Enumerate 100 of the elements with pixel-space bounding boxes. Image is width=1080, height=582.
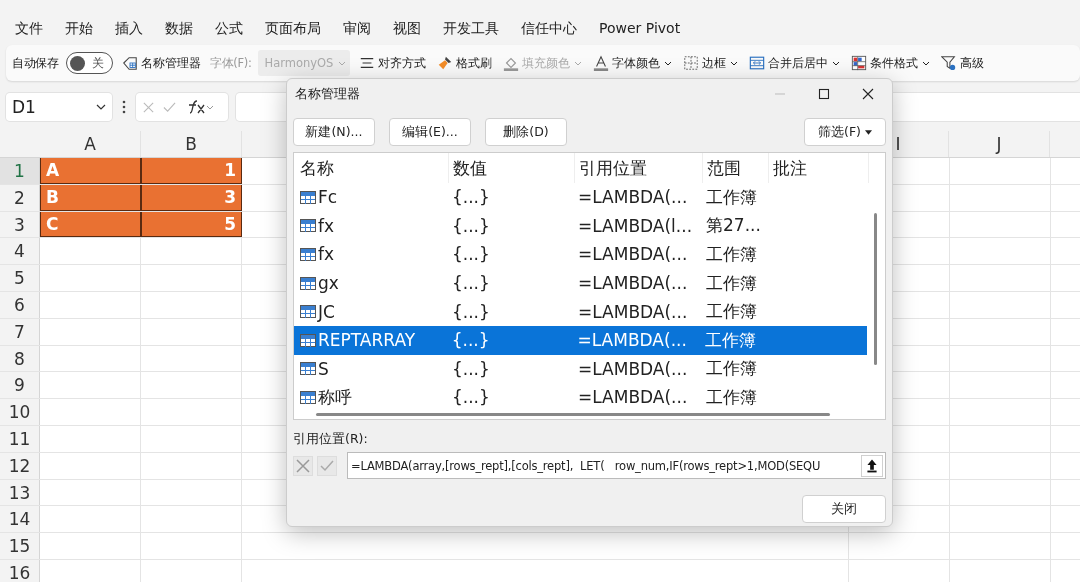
reference-text: =LAMBDA(... bbox=[577, 187, 689, 208]
table-cell: B bbox=[40, 184, 141, 211]
row-header[interactable]: 16 bbox=[0, 559, 40, 582]
value-text: {...} bbox=[451, 301, 491, 322]
autosave-toggle[interactable]: 关 bbox=[65, 52, 113, 74]
list-row[interactable]: 称呼 {...} =LAMBDA(... 工作簿 bbox=[294, 383, 885, 412]
reference-text: =LAMBDA(l... bbox=[577, 215, 694, 236]
name-text: Fc bbox=[318, 187, 338, 208]
scope-text: 工作簿 bbox=[705, 300, 758, 324]
name-text: S bbox=[318, 358, 329, 379]
value-text: {...} bbox=[450, 330, 491, 351]
table-cell: 1 bbox=[141, 158, 242, 184]
toolbar-button[interactable]: 字体颜色 bbox=[591, 55, 675, 71]
row-header[interactable]: 3 bbox=[0, 211, 40, 238]
row-header[interactable]: 4 bbox=[0, 238, 40, 265]
row-header[interactable]: 15 bbox=[0, 533, 40, 559]
reference-text: =LAMBDA(... bbox=[576, 330, 688, 351]
list-row[interactable]: fx {...} =LAMBDA(... 工作簿 bbox=[294, 240, 885, 269]
scope-text: 第27... bbox=[705, 214, 762, 238]
list-row[interactable]: Fc {...} =LAMBDA(... 工作簿 bbox=[294, 183, 885, 212]
reference-text: =LAMBDA(... bbox=[577, 244, 689, 265]
list-row[interactable]: gx {...} =LAMBDA(... 工作簿 bbox=[294, 268, 885, 298]
row-header[interactable]: 6 bbox=[0, 292, 40, 318]
row-header[interactable]: 5 bbox=[0, 265, 40, 291]
menu-tab[interactable]: 视图 bbox=[393, 17, 421, 45]
row-header[interactable]: 14 bbox=[0, 506, 40, 533]
menu-tab[interactable]: 插入 bbox=[115, 17, 143, 45]
scope-text: 工作簿 bbox=[704, 328, 758, 352]
dialog-button[interactable]: 编辑(E)... bbox=[389, 118, 471, 146]
filter-button[interactable]: 筛选(F) bbox=[804, 118, 886, 146]
name-text: 称呼 bbox=[318, 385, 352, 409]
name-text: REPTARRAY bbox=[318, 330, 416, 351]
toolbar-button[interactable]: 合并后居中 bbox=[747, 55, 843, 71]
menu-tab[interactable]: 数据 bbox=[165, 17, 193, 45]
menu-tab[interactable]: 公式 bbox=[215, 17, 243, 45]
row-header[interactable]: 7 bbox=[0, 318, 40, 345]
name-text: fx bbox=[318, 244, 335, 265]
scope-text: 工作簿 bbox=[705, 243, 758, 266]
column-header[interactable]: B bbox=[141, 131, 242, 157]
reference-text: =LAMBDA(... bbox=[577, 301, 689, 322]
menu-tab[interactable]: 信任中心 bbox=[521, 17, 577, 45]
dialog-button[interactable]: 删除(D) bbox=[485, 118, 567, 146]
toolbar-button[interactable]: 条件格式 bbox=[849, 55, 933, 71]
list-row[interactable]: REPTARRAY {...} =LAMBDA(... 工作簿 bbox=[294, 325, 867, 355]
toolbar-button[interactable]: 边框 bbox=[681, 55, 741, 71]
menu-tab[interactable]: 文件 bbox=[15, 17, 43, 45]
column-header[interactable]: 名称 bbox=[300, 153, 449, 183]
list-row[interactable]: S {...} =LAMBDA(... 工作簿 bbox=[294, 354, 885, 384]
name-text: gx bbox=[318, 273, 339, 294]
table-cell: A bbox=[40, 158, 141, 184]
value-text: {...} bbox=[451, 215, 491, 236]
reference-field[interactable]: =LAMBDA(array,[rows_rept],[cols_rept], LET( row_num,IF(rows_rept>1,MOD(SEQU bbox=[347, 452, 886, 479]
column-header[interactable]: 数值 bbox=[449, 153, 575, 183]
value-text: {...} bbox=[451, 358, 491, 379]
scope-text: 工作簿 bbox=[705, 271, 758, 295]
reference-text: =LAMBDA(... bbox=[577, 358, 689, 379]
list-row[interactable]: fx {...} =LAMBDA(l... 第27... bbox=[294, 211, 885, 241]
row-header[interactable]: 11 bbox=[0, 425, 40, 452]
menu-tab[interactable]: 开始 bbox=[65, 17, 93, 45]
row-header[interactable]: 9 bbox=[0, 372, 40, 399]
row-header[interactable]: 8 bbox=[0, 345, 40, 372]
toolbar-button[interactable]: 高级 bbox=[939, 55, 987, 71]
toolbar-button[interactable]: 对齐方式 bbox=[357, 55, 429, 71]
scope-text: 工作簿 bbox=[705, 357, 758, 381]
menu-tab[interactable]: 页面布局 bbox=[265, 17, 321, 45]
scope-text: 工作簿 bbox=[705, 385, 758, 409]
toolbar-button[interactable]: 名称管理器 bbox=[119, 55, 203, 71]
menu-tab[interactable]: 审阅 bbox=[343, 17, 371, 45]
row-header[interactable]: 13 bbox=[0, 479, 40, 506]
value-text: {...} bbox=[451, 273, 491, 294]
table-cell: 5 bbox=[141, 211, 242, 238]
toolbar-button[interactable]: 格式刷 bbox=[435, 55, 495, 71]
field-label: 引用位置(R): bbox=[293, 431, 369, 448]
reference-text: =LAMBDA(... bbox=[577, 273, 689, 294]
name-text: JC bbox=[318, 301, 335, 322]
name-box[interactable]: D1 bbox=[6, 93, 112, 121]
column-header[interactable]: 批注 bbox=[769, 153, 869, 183]
autosave-label: 自动保存 bbox=[12, 55, 59, 71]
column-header[interactable]: A bbox=[40, 131, 141, 157]
row-header[interactable]: 12 bbox=[0, 452, 40, 479]
table-cell: C bbox=[40, 211, 141, 238]
table-cell: 3 bbox=[141, 184, 242, 211]
close-button[interactable]: 关闭 bbox=[802, 495, 886, 523]
value-text: {...} bbox=[451, 387, 491, 408]
menu-tab[interactable]: 开发工具 bbox=[443, 17, 499, 45]
column-header[interactable]: 范围 bbox=[703, 153, 769, 183]
value-text: {...} bbox=[451, 244, 491, 265]
scope-text: 工作簿 bbox=[705, 185, 758, 209]
list-row[interactable]: JC {...} =LAMBDA(... 工作簿 bbox=[294, 297, 885, 326]
menu-tab[interactable]: Power Pivot bbox=[599, 17, 681, 45]
value-text: {...} bbox=[451, 187, 491, 208]
dialog-button[interactable]: 新建(N)... bbox=[293, 118, 375, 146]
name-text: fx bbox=[318, 215, 335, 236]
row-header[interactable]: 2 bbox=[0, 184, 40, 211]
row-header[interactable]: 1 bbox=[0, 158, 40, 184]
dialog-title: 名称管理器 bbox=[295, 85, 360, 103]
column-header[interactable]: J bbox=[949, 131, 1050, 157]
row-header[interactable]: 10 bbox=[0, 399, 40, 425]
column-header[interactable]: 引用位置 bbox=[575, 153, 703, 183]
font-label: 字体(F): bbox=[209, 55, 252, 71]
